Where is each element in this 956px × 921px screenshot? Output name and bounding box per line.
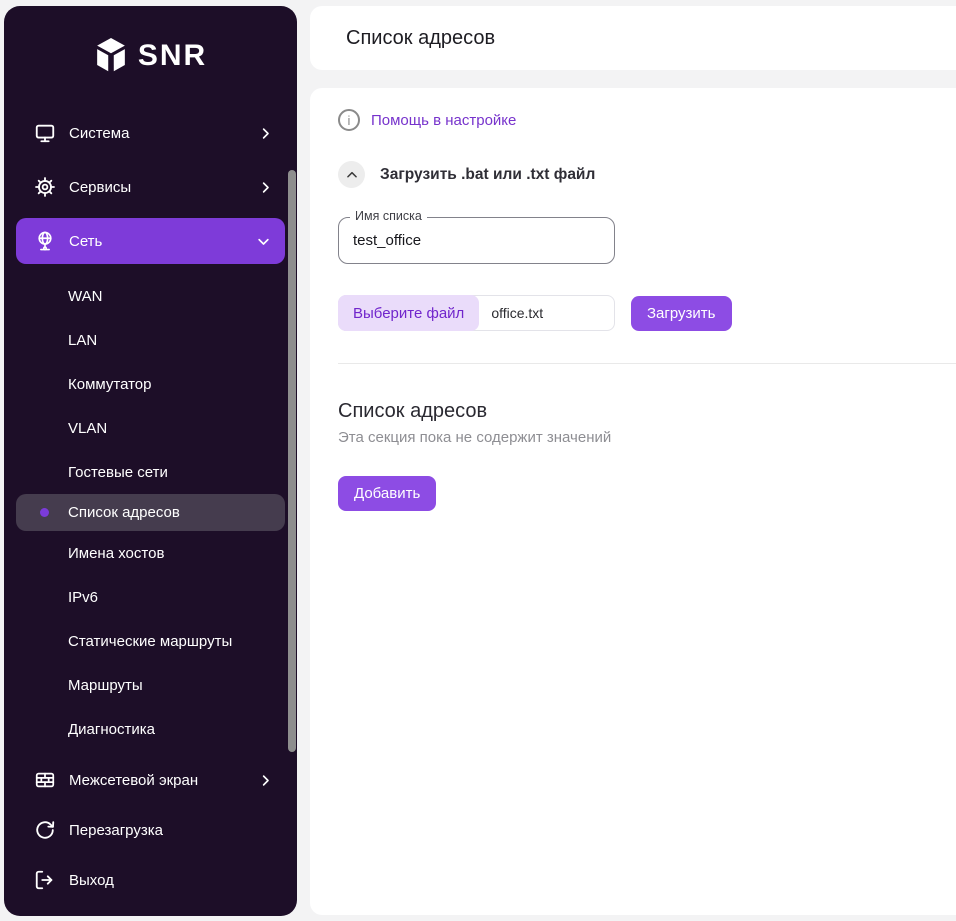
gear-icon: [34, 176, 56, 198]
file-picker: Выберите файл office.txt: [338, 295, 615, 331]
network-submenu: WAN LAN Коммутатор VLAN Гостевые сети Сп…: [4, 268, 297, 755]
sidebar-scrollbar[interactable]: [288, 170, 296, 752]
sidebar-item-ipv6[interactable]: IPv6: [4, 575, 297, 619]
sidebar-item-routes[interactable]: Маршруты: [4, 663, 297, 707]
sidebar-item-services[interactable]: Сервисы: [4, 160, 297, 214]
sidebar-item-label: WAN: [68, 288, 102, 305]
chevron-right-icon: [257, 125, 273, 141]
upload-section-header: Загрузить .bat или .txt файл: [338, 161, 956, 188]
chevron-down-icon: [255, 233, 271, 249]
sidebar-item-label: LAN: [68, 332, 97, 349]
file-upload-row: Выберите файл office.txt Загрузить: [338, 295, 956, 331]
logout-icon: [34, 869, 56, 891]
sidebar-item-reboot[interactable]: Перезагрузка: [4, 805, 297, 855]
sidebar-item-label: Имена хостов: [68, 545, 164, 562]
firewall-icon: [34, 769, 56, 791]
sidebar-item-label: Сервисы: [69, 179, 131, 196]
sidebar-item-system[interactable]: Система: [4, 106, 297, 160]
chevron-up-icon: [345, 168, 359, 182]
snr-cube-icon: [94, 38, 128, 74]
list-name-field: Имя списка: [338, 217, 615, 264]
sidebar-item-hostnames[interactable]: Имена хостов: [4, 531, 297, 575]
list-name-input[interactable]: [339, 218, 614, 263]
collapse-button[interactable]: [338, 161, 365, 188]
sidebar-item-logout[interactable]: Выход: [4, 855, 297, 905]
sidebar-item-network[interactable]: Сеть: [16, 218, 285, 264]
sidebar-item-label: Межсетевой экран: [69, 772, 198, 789]
list-name-label: Имя списка: [350, 209, 427, 223]
sidebar-item-label: Гостевые сети: [68, 464, 168, 481]
sidebar-item-label: Коммутатор: [68, 376, 151, 393]
help-link[interactable]: Помощь в настройке: [371, 112, 516, 129]
sidebar-item-label: Диагностика: [68, 721, 155, 738]
content-card: i Помощь в настройке Загрузить .bat или …: [310, 88, 956, 915]
sidebar-item-label: VLAN: [68, 420, 107, 437]
page-title: Список адресов: [346, 27, 495, 50]
sidebar-item-lan[interactable]: LAN: [4, 318, 297, 362]
reload-icon: [34, 819, 56, 841]
sidebar-item-label: Система: [69, 125, 129, 142]
sidebar-item-diagnostics[interactable]: Диагностика: [4, 707, 297, 751]
sidebar-item-label: IPv6: [68, 589, 98, 606]
active-dot-icon: [40, 508, 49, 517]
brand-logo: SNR: [4, 6, 297, 106]
sidebar-item-label: Выход: [69, 872, 114, 889]
upload-section-title: Загрузить .bat или .txt файл: [380, 166, 595, 184]
address-list-empty-text: Эта секция пока не содержит значений: [338, 429, 956, 446]
sidebar-nav: Система Сервисы: [4, 106, 297, 905]
sidebar-item-label: Маршруты: [68, 677, 143, 694]
sidebar-item-static-routes[interactable]: Статические маршруты: [4, 619, 297, 663]
chevron-right-icon: [257, 179, 273, 195]
sidebar-item-label: Перезагрузка: [69, 822, 163, 839]
add-button[interactable]: Добавить: [338, 476, 436, 511]
info-icon: i: [338, 109, 360, 131]
sidebar-item-vlan[interactable]: VLAN: [4, 406, 297, 450]
sidebar-item-label: Статические маршруты: [68, 633, 232, 650]
section-divider: [338, 363, 956, 364]
help-link-row[interactable]: i Помощь в настройке: [338, 108, 956, 132]
sidebar-item-wan[interactable]: WAN: [4, 274, 297, 318]
sidebar-item-firewall[interactable]: Межсетевой экран: [4, 755, 297, 805]
sidebar-item-label: Список адресов: [68, 504, 180, 521]
page: SNR Система: [0, 0, 956, 921]
sidebar-item-guest-networks[interactable]: Гостевые сети: [4, 450, 297, 494]
globe-icon: [34, 230, 56, 252]
page-header: Список адресов: [310, 6, 956, 70]
sidebar-item-address-list[interactable]: Список адресов: [16, 494, 285, 531]
chevron-right-icon: [257, 772, 273, 788]
sidebar-item-label: Сеть: [69, 233, 102, 250]
sidebar-item-switch[interactable]: Коммутатор: [4, 362, 297, 406]
upload-button[interactable]: Загрузить: [631, 296, 732, 331]
address-list-title: Список адресов: [338, 400, 956, 423]
selected-file-name: office.txt: [478, 305, 556, 321]
monitor-icon: [34, 122, 56, 144]
choose-file-button[interactable]: Выберите файл: [338, 295, 479, 331]
brand-name: SNR: [138, 39, 207, 73]
sidebar: SNR Система: [4, 6, 297, 916]
